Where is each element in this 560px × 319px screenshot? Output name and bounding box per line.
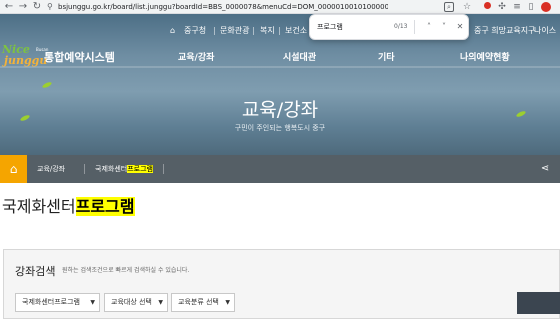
address-bar[interactable]: bsjunggu.go.kr/board/list.junggu?boardId… — [58, 1, 388, 13]
program-select[interactable]: 국제화센터프로그램 ▼ — [15, 293, 100, 312]
decorative-leaf — [41, 81, 53, 89]
extensions-red-icon[interactable] — [481, 1, 493, 13]
category-select[interactable]: 교육분류 선택 ▼ — [171, 293, 235, 312]
util-divider — [279, 27, 280, 35]
target-select-value: 교육대상 선택 — [111, 298, 152, 306]
page-title-prefix: 국제화센터 — [2, 197, 76, 216]
find-close-icon[interactable]: ✕ — [454, 20, 466, 34]
find-input[interactable]: 프로그램 — [317, 21, 401, 33]
nav-education[interactable]: 교육/강좌 — [178, 52, 214, 64]
find-in-page-icon[interactable]: ⌕ — [444, 2, 454, 12]
program-select-value: 국제화센터프로그램 — [22, 298, 80, 306]
search-button[interactable] — [517, 292, 560, 314]
breadcrumb-current-prefix: 국제화센터 — [95, 165, 128, 173]
reading-list-icon[interactable]: ≡ — [511, 1, 523, 13]
breadcrumb-divider — [163, 164, 164, 174]
breadcrumb-item-current[interactable]: 국제화센터프로그램 — [95, 155, 153, 183]
category-select-value: 교육분류 선택 — [178, 298, 219, 306]
search-title: 강좌검색 — [15, 265, 56, 278]
home-icon[interactable]: ⌂ — [0, 155, 27, 183]
find-divider — [414, 20, 415, 34]
util-divider — [214, 27, 215, 35]
find-next-icon[interactable]: ˅ — [438, 20, 450, 34]
util-link-welfare[interactable]: 복지 — [260, 26, 275, 36]
site-name[interactable]: 통합예약시스템 — [44, 51, 115, 65]
breadcrumb-item-education[interactable]: 교육/강좌 — [37, 155, 65, 183]
util-link-health[interactable]: 보건소 — [285, 26, 307, 36]
util-link-junggu[interactable]: 중구청 — [184, 26, 206, 36]
forward-arrow-icon[interactable]: → — [17, 1, 29, 13]
share-icon[interactable]: ⋖ — [539, 163, 551, 175]
side-panel-icon[interactable]: ▯ — [525, 1, 537, 13]
hero-subtitle: 구민이 주인되는 행복도시 중구 — [234, 124, 326, 132]
target-select[interactable]: 교육대상 선택 ▼ — [104, 293, 168, 312]
site-info-icon[interactable]: ⚲ — [47, 2, 56, 11]
util-link-hope-edu[interactable]: 중구 희망교육지구 — [474, 26, 535, 36]
breadcrumb-divider — [84, 164, 85, 174]
page-title-highlight: 프로그램 — [75, 197, 135, 216]
nav-facility[interactable]: 시설대관 — [283, 52, 316, 64]
find-bar: 프로그램 0/13 ˄ ˅ ✕ — [309, 14, 469, 40]
back-arrow-icon[interactable]: ← — [3, 1, 15, 13]
breadcrumb-highlight: 프로그램 — [127, 165, 153, 173]
reload-icon[interactable]: ↻ — [31, 1, 43, 13]
extensions-puzzle-icon[interactable]: ✣ — [496, 1, 508, 13]
nav-etc[interactable]: 기타 — [378, 52, 395, 64]
nav-my-reservation[interactable]: 나의예약현황 — [460, 52, 510, 64]
profile-avatar[interactable] — [541, 2, 551, 12]
bookmark-star-icon[interactable]: ☆ — [461, 1, 473, 13]
find-match-count: 0/13 — [394, 23, 408, 30]
search-description: 원하는 검색조건으로 빠르게 검색하실 수 있습니다. — [62, 267, 190, 274]
util-divider — [253, 27, 254, 35]
chevron-down-icon: ▼ — [225, 299, 230, 306]
page-title: 국제화센터프로그램 — [2, 197, 135, 217]
chevron-down-icon: ▼ — [90, 299, 95, 306]
find-previous-icon[interactable]: ˄ — [423, 20, 435, 34]
chevron-down-icon: ▼ — [158, 299, 163, 306]
breadcrumb: ⌂ 교육/강좌 국제화센터프로그램 ⋖ — [0, 155, 560, 183]
util-link-nice[interactable]: 나이스 — [534, 26, 556, 36]
util-link-culture[interactable]: 문화관광 — [220, 26, 249, 36]
hero-banner: ⌂ 중구청 문화관광 복지 보건소 중구 희망교육지구 나이스 Nice Bus… — [0, 14, 560, 155]
home-icon: ⌂ — [170, 26, 176, 35]
hero-title: 교육/강좌 — [241, 99, 319, 121]
logo-junggu[interactable]: junggu — [4, 55, 47, 67]
browser-toolbar: ← → ↻ ⚲ bsjunggu.go.kr/board/list.junggu… — [0, 0, 560, 14]
